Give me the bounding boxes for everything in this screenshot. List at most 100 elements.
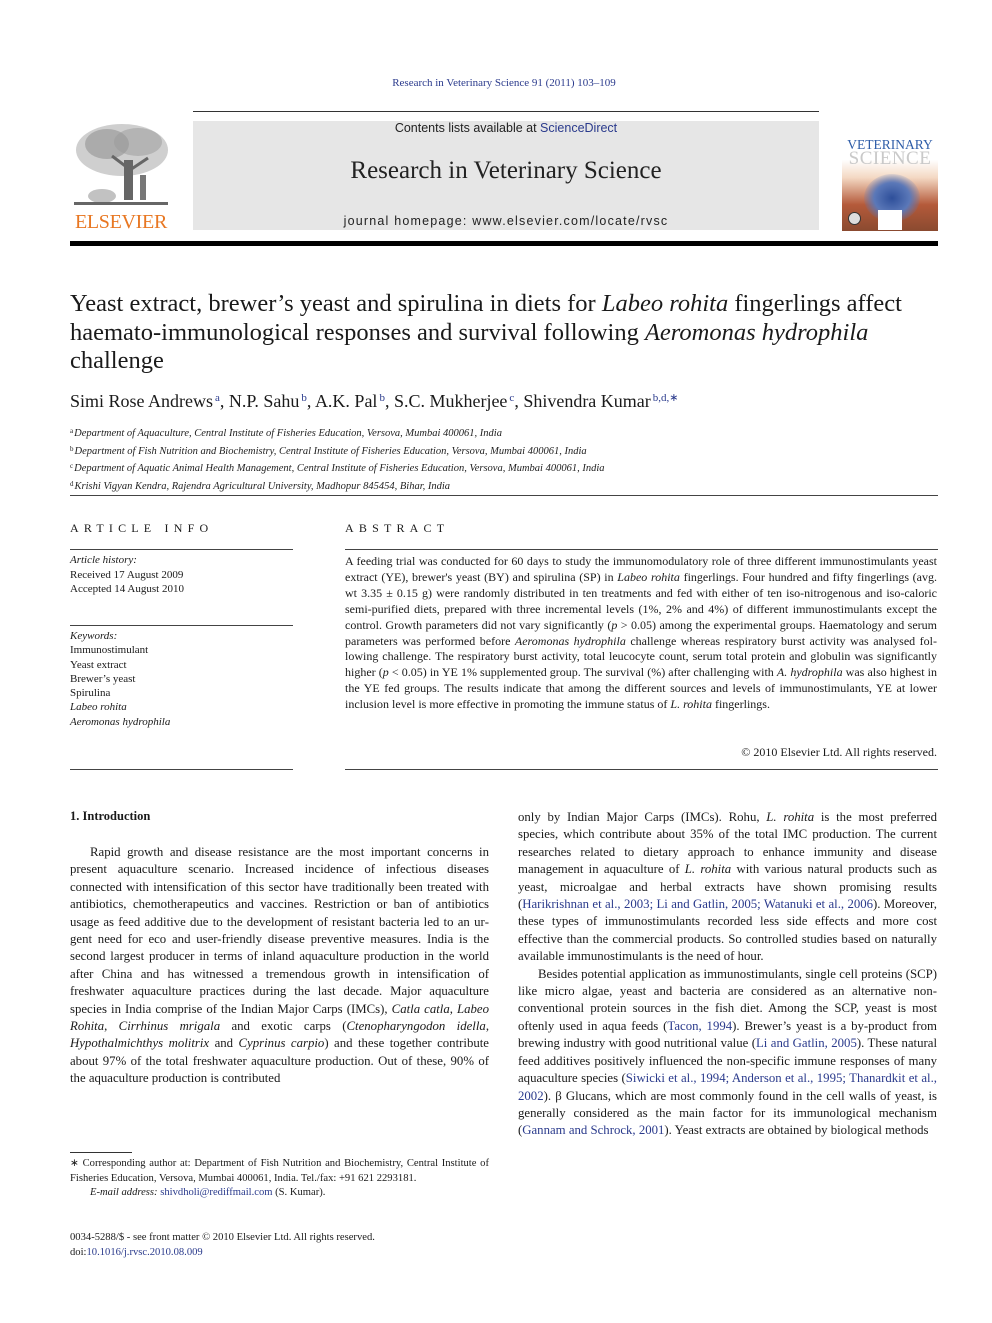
keyword: Immunostimulant [70, 644, 149, 657]
text-run: only by Indian Major Carps (IMCs). Rohu, [518, 810, 767, 824]
author-name: A.K. Pal [314, 391, 378, 411]
paragraph: Besides potential application as immunos… [518, 966, 937, 1140]
affiliation-text: Department of Fish Nutrition and Biochem… [74, 445, 587, 457]
italic-text: Hypothalmichthys molitrix [70, 1036, 210, 1051]
affiliation: bDepartment of Fish Nutrition and Bioche… [70, 442, 940, 460]
text-run: , [104, 1019, 119, 1034]
italic-text: L. rohita [766, 810, 815, 824]
article-info-heading: ARTICLE INFO [70, 521, 214, 535]
author-affiliation-marker[interactable]: c [509, 392, 514, 404]
citation-link[interactable]: Harikrishnan et al., 2003; Li and Gatlin… [522, 897, 873, 911]
italic-text: Ctenopharyngodon idella [346, 1019, 486, 1034]
italic-text: A. hydrophila [776, 665, 843, 680]
title-divider [70, 495, 938, 496]
email-label: E-mail address: [90, 1187, 158, 1198]
divider [70, 549, 293, 550]
doi-line: doi:10.1016/j.rvsc.2010.08.009 [70, 1246, 489, 1261]
text-run: and [209, 1036, 239, 1051]
abstract-text: A feeding trial was conducted for 60 day… [345, 554, 937, 713]
article-title: Yeast extract, brewer’s yeast and spirul… [70, 290, 940, 376]
masthead-thick-rule [70, 241, 938, 246]
sciencedirect-link[interactable]: ScienceDirect [540, 121, 617, 135]
keyword: Brewer’s yeast [70, 672, 136, 685]
affiliation: aDepartment of Aquaculture, Central Inst… [70, 424, 940, 442]
elsevier-tree-icon [74, 124, 168, 205]
italic-text: Labeo rohita [601, 290, 729, 317]
article-history: Article history: Received 17 August 2009… [70, 553, 293, 597]
keyword-list: Immunostimulant Yeast extract Brewer’s yea… [70, 643, 293, 729]
text-run: , [449, 1001, 458, 1016]
italic-text: Aeromonas hydrophila [644, 318, 869, 346]
keyword: Aeromonas hydrophila [70, 715, 171, 728]
body-column-left: Rapid growth and disease resistance are … [70, 844, 489, 1088]
affiliation-key: d [70, 479, 74, 488]
paragraph: only by Indian Major Carps (IMCs). Rohu,… [518, 809, 937, 966]
section-heading-introduction: 1. Introduction [70, 809, 151, 823]
author-affiliation-marker[interactable]: a [215, 392, 220, 404]
journal-cover-image: VETERINARY SCIENCE [842, 112, 938, 231]
italic-text: Labeo rohita [617, 569, 680, 584]
affiliation: dKrishi Vigyan Kendra, Rajendra Agricult… [70, 477, 940, 495]
journal-homepage[interactable]: journal homepage: www.elsevier.com/locat… [193, 214, 819, 228]
keyword: Yeast extract [70, 658, 127, 671]
keywords-block: Keywords: Immunostimulant Yeast extract Br… [70, 629, 293, 729]
affiliation-key: b [70, 444, 74, 453]
email-suffix: (S. Kumar). [272, 1187, 326, 1198]
affiliation-text: Krishi Vigyan Kendra, Rajendra Agricultu… [74, 480, 451, 492]
keyword: Spirulina [70, 687, 111, 700]
divider [345, 549, 938, 550]
footnote-rule [70, 1152, 132, 1153]
contents-line: Contents lists available at ScienceDirec… [193, 121, 819, 135]
text-run: and exotic carps ( [220, 1019, 347, 1034]
italic-text: Aeromonas hydrophila [514, 633, 626, 648]
text-run: challenge [70, 347, 164, 374]
divider [70, 625, 293, 626]
journal-title: Research in Veterinary Science [350, 157, 662, 184]
citation-link[interactable]: Tacon, 1994 [667, 1019, 732, 1033]
citation-link[interactable]: Gannam and Schrock, 2001 [522, 1123, 664, 1137]
affiliation-text: Department of Aquatic Animal Health Mana… [74, 463, 605, 474]
masthead-top-rule [193, 111, 819, 112]
contents-prefix: Contents lists available at [394, 121, 541, 135]
abstract-copyright: © 2010 Elsevier Ltd. All rights reserved… [741, 745, 937, 759]
italic-text: Cir­rhinus mrigala [118, 1019, 221, 1034]
affiliations: aDepartment of Aquaculture, Central Inst… [70, 424, 940, 494]
text-run: , [485, 1019, 490, 1034]
author-affiliation-marker[interactable]: b [379, 392, 385, 404]
elsevier-logo: ELSEVIER [70, 118, 172, 233]
text-run: < 0.05) in YE 1% supplemented group. The… [388, 665, 777, 680]
history-label: Article history: [70, 554, 137, 566]
divider [345, 769, 938, 770]
divider [70, 769, 293, 770]
author-name: Simi Rose Andrews [70, 391, 214, 411]
front-matter: 0034-5288/$ - see front matter © 2010 El… [70, 1231, 489, 1260]
elsevier-wordmark: ELSEVIER [74, 211, 168, 233]
abstract-heading: ABSTRACT [345, 521, 450, 535]
italic-text: Catla catla [391, 1001, 450, 1016]
received-date: Received 17 August 2009 [70, 568, 184, 581]
author-name: S.C. Mukherjee [393, 391, 508, 411]
email-line: E-mail address: shivdholi@rediffmail.com… [70, 1186, 489, 1201]
italic-text: L. rohita [684, 862, 732, 877]
accepted-date: Accepted 14 August 2010 [70, 583, 184, 595]
running-head[interactable]: Research in Veterinary Science 91 (2011)… [0, 77, 992, 89]
citation-link[interactable]: Li and Gatlin, 2005 [756, 1036, 857, 1050]
italic-text: L. rohita [670, 697, 712, 712]
affiliation: cDepartment of Aquatic Animal Health Man… [70, 459, 940, 477]
cover-seal-icon [848, 212, 861, 225]
doi-prefix: doi: [70, 1246, 87, 1258]
doi-link[interactable]: 10.1016/j.rvsc.2010.08.009 [86, 1247, 202, 1258]
author-name: Shivendra Kumar [523, 391, 651, 411]
italic-text: Cyprinus carpio [238, 1036, 325, 1051]
text-run: Rapid growth and disease resistance are … [70, 845, 489, 1016]
body-column-right: only by Indian Major Carps (IMCs). Rohu,… [518, 809, 937, 1140]
affiliation-text: Department of Aquaculture, Central Insti… [74, 428, 502, 439]
text-run: Yeast extract, brewer’s yeast and spirul… [70, 290, 602, 317]
affiliation-key: a [70, 427, 74, 435]
email-link[interactable]: shivdholi@rediffmail.com [160, 1187, 272, 1198]
paragraph: Rapid growth and disease resistance are … [70, 844, 489, 1088]
corresponding-author-text: ∗ Corresponding author at: Department of… [70, 1158, 489, 1184]
author-affiliation-marker[interactable]: b,d,∗ [653, 392, 679, 404]
text-run: fingerlings. [711, 697, 770, 712]
author-affiliation-marker[interactable]: b [301, 392, 307, 404]
